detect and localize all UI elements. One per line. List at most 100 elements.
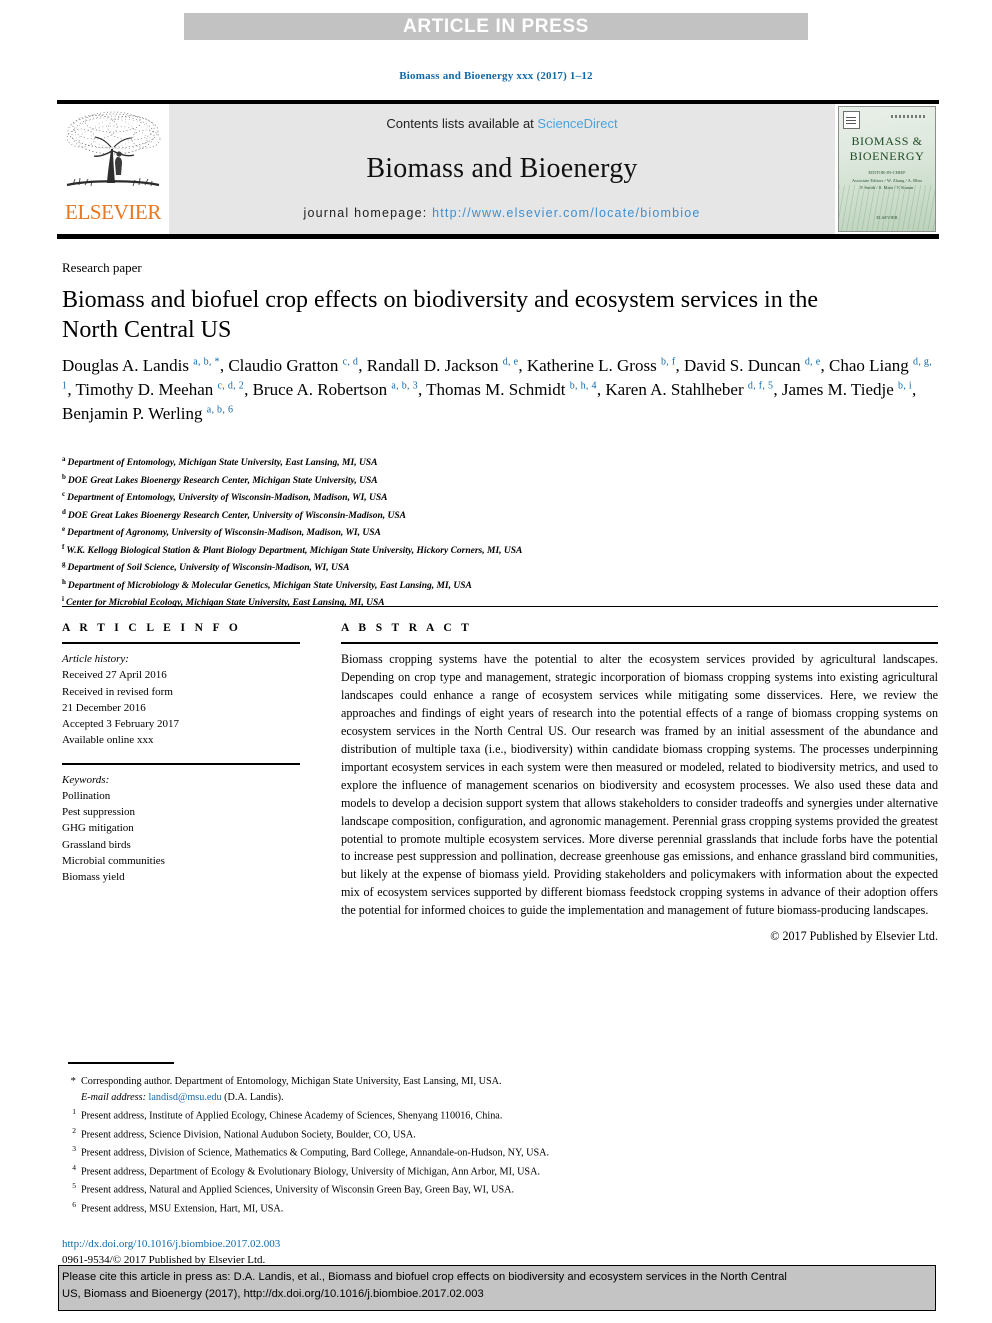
article-history-line: Received 27 April 2016 — [62, 669, 167, 682]
elsevier-wordmark: ELSEVIER — [65, 200, 161, 224]
abstract-heading: A B S T R A C T — [341, 622, 473, 634]
citation-box-text: Please cite this article in press as: D.… — [62, 1269, 932, 1303]
author-affiliation-marker: b, f — [660, 356, 676, 368]
info-section-divider — [62, 606, 938, 607]
footnote-present-address: 6 Present address, MSU Extension, Hart, M… — [62, 1199, 862, 1218]
author-affiliation-marker: a, b, 6 — [206, 404, 234, 416]
journal-cover-thumbnail: BIOMASS & BIOENERGY EDITOR-IN-CHIEF Asso… — [835, 104, 939, 234]
footnote-present-address: 3 Present address, Division of Science, M… — [62, 1143, 862, 1162]
contents-available-line: Contents lists available at ScienceDirec… — [386, 116, 617, 131]
footnote-marker: 1 — [72, 1107, 76, 1117]
author-name: James M. Tiedje — [781, 380, 899, 400]
abstract-copyright: © 2017 Published by Elsevier Ltd. — [770, 929, 938, 944]
citation-line-1: Please cite this article in press as: D.… — [62, 1271, 787, 1283]
keywords-label: Keywords: — [62, 773, 110, 786]
footnote-present-address: 4 Present address, Department of Ecology … — [62, 1162, 862, 1181]
author-affiliation-marker: d, e — [804, 356, 821, 368]
cover-subtitle-line1: EDITOR-IN-CHIEF — [868, 170, 906, 175]
keywords-lines: Pollination Pest suppression GHG mitigatio… — [62, 788, 300, 886]
cover-title: BIOMASS & BIOENERGY — [839, 134, 935, 164]
footnote-text: Present address, Institute of Applied Ec… — [81, 1110, 503, 1122]
cover-subtitle-line3: P. Smith / S. Mani / V. Kumar — [860, 185, 914, 191]
article-history-line: Accepted 3 February 2017 — [62, 718, 179, 731]
author-affiliation-marker: d, e — [502, 356, 519, 368]
keyword-item: Grassland birds — [62, 838, 131, 851]
author-name: Douglas A. Landis — [62, 356, 194, 375]
affiliation-text: DOE Great Lakes Bioenergy Research Cente… — [67, 475, 378, 486]
footnote-marker: * — [70, 1075, 77, 1087]
affiliation-marker: i — [62, 595, 64, 604]
author-separator: , — [773, 380, 782, 400]
email-address-label: E-mail address: — [81, 1092, 146, 1104]
present-address-footnotes: 1 Present address, Institute of Applied E… — [62, 1106, 862, 1217]
sciencedirect-link[interactable]: ScienceDirect — [537, 116, 617, 131]
journal-homepage-line: journal homepage: http://www.elsevier.co… — [303, 206, 700, 220]
footnote-present-address: 5 Present address, Natural and Applied Sc… — [62, 1180, 862, 1199]
author-separator: , — [518, 356, 527, 375]
footnote-marker: 5 — [72, 1181, 76, 1191]
masthead-bottom-rule — [57, 234, 939, 239]
affiliation-marker: g — [62, 560, 66, 569]
author-name: Karen A. Stahlheber — [605, 380, 748, 400]
footnote-text: Present address, Division of Science, Ma… — [81, 1147, 550, 1159]
footnote-present-address: 1 Present address, Institute of Applied E… — [62, 1106, 862, 1125]
elsevier-logo: ELSEVIER — [57, 104, 169, 234]
affiliation-item: f W.K. Kellogg Biological Station & Plant… — [62, 542, 922, 560]
author-list: Douglas A. Landis a, b, *, Claudio Gratt… — [62, 354, 942, 426]
affiliation-item: c Department of Entomology, University of… — [62, 489, 922, 507]
footnote-marker: 3 — [72, 1144, 76, 1154]
keyword-item: GHG mitigation — [62, 822, 134, 835]
article-history-label: Article history: — [62, 653, 129, 665]
author-name: Katherine L. Gross — [526, 356, 661, 375]
footnote-marker: 2 — [72, 1125, 76, 1135]
affiliation-marker: e — [62, 525, 66, 534]
footnote-list: * Corresponding author. Department of Ent… — [62, 1073, 862, 1217]
cover-subtitle: EDITOR-IN-CHIEF Associate Editors / W. Z… — [845, 169, 929, 192]
cover-title-line1: BIOMASS & — [851, 134, 923, 148]
author-affiliation-marker: d, f, 5 — [747, 380, 774, 392]
footnote-present-address: 2 Present address, Science Division, Nati… — [62, 1125, 862, 1144]
cover-issn-mark — [891, 115, 925, 118]
affiliation-text: Department of Entomology, University of … — [67, 493, 388, 504]
elsevier-tree-icon — [66, 111, 161, 187]
homepage-label: journal homepage: — [303, 206, 433, 220]
article-in-press-label: ARTICLE IN PRESS — [403, 15, 589, 37]
affiliation-item: e Department of Agronomy, University of W… — [62, 524, 922, 542]
affiliation-text: Department of Entomology, Michigan State… — [67, 458, 378, 469]
footnote-corresponding-author: * Corresponding author. Department of Ent… — [62, 1073, 862, 1106]
contents-prefix: Contents lists available at — [386, 116, 538, 131]
journal-title: Biomass and Bioenergy — [366, 152, 638, 184]
author-affiliation-marker: b, i — [898, 380, 912, 392]
author-separator: , — [675, 356, 684, 375]
article-history-line: 21 December 2016 — [62, 701, 146, 714]
abstract-rule — [341, 642, 938, 644]
doi-link[interactable]: http://dx.doi.org/10.1016/j.biombioe.201… — [62, 1238, 280, 1250]
footnote-rule — [68, 1062, 174, 1064]
affiliation-marker: d — [62, 507, 66, 516]
author-separator: , — [244, 380, 253, 400]
keyword-item: Biomass yield — [62, 871, 125, 884]
affiliation-list: a Department of Entomology, Michigan Stat… — [62, 454, 922, 612]
author-name: Thomas M. Schmidt — [426, 380, 570, 400]
affiliation-item: a Department of Entomology, Michigan Stat… — [62, 454, 922, 472]
article-history-line: Received in revised form — [62, 685, 173, 698]
footnote-marker: 6 — [72, 1199, 76, 1209]
author-separator: , — [417, 380, 427, 400]
journal-homepage-link[interactable]: http://www.elsevier.com/locate/biombioe — [432, 206, 700, 220]
author-separator: , — [67, 380, 76, 400]
author-affiliation-marker: c, d, 2 — [217, 380, 245, 392]
author-name: Chao Liang — [828, 356, 914, 375]
article-info-column: A R T I C L E I N F O Article history: R… — [62, 622, 300, 885]
author-name: Randall D. Jackson — [366, 356, 503, 375]
author-name: Claudio Gratton — [228, 356, 343, 375]
cover-title-line2: BIOENERGY — [849, 149, 925, 163]
email-link[interactable]: landisd@msu.edu — [149, 1092, 222, 1103]
article-info-heading: A R T I C L E I N F O — [62, 622, 242, 634]
cover-publisher-mark — [843, 111, 860, 129]
affiliation-marker: h — [62, 577, 66, 586]
cover-footer: ELSEVIER — [876, 214, 898, 220]
author-affiliation-marker: b, h, 4 — [569, 380, 597, 392]
citation-line-2: US, Biomass and Bioenergy (2017), http:/… — [62, 1287, 484, 1300]
affiliation-text: Department of Microbiology & Molecular G… — [67, 580, 472, 591]
cover-subtitle-line2: Associate Editors / W. Zhang / A. Bliss — [851, 177, 923, 183]
